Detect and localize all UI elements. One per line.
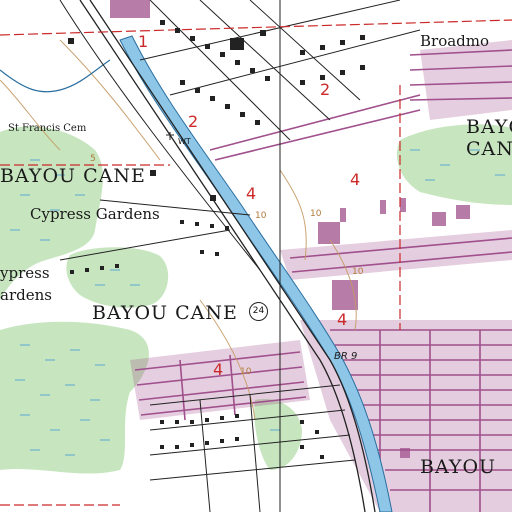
contour-label: 10	[310, 209, 322, 219]
place-label-cypress-gardens-west-line1: ypress	[0, 264, 50, 282]
section-number: 1	[138, 32, 149, 51]
place-label-cypress-gardens-west-line2: ardens	[0, 286, 52, 304]
woodland-south	[254, 399, 302, 470]
urban-area-fills	[130, 40, 512, 512]
place-label-bayou-cane-east-line2: CAN	[466, 138, 512, 160]
section-number: 4	[213, 360, 224, 379]
map-base-layer	[0, 0, 512, 512]
place-label-st-francis-cemetery: St Francis Cem	[8, 123, 87, 134]
topographic-map: Broadmo St Francis Cem BAYOU CANE Cypres…	[0, 0, 512, 512]
section-number: 4	[337, 310, 348, 329]
place-label-bayou-cane-west: BAYOU CANE	[0, 165, 146, 187]
road-label-br-9: BR 9	[334, 351, 358, 362]
contour-label: 10	[255, 211, 267, 221]
section-number: 2	[188, 112, 199, 131]
section-number: 4	[350, 170, 361, 189]
place-label-cypress-gardens: Cypress Gardens	[30, 205, 160, 223]
place-label-bayou-cane-east-line1: BAYO	[466, 116, 512, 138]
section-number: 4	[246, 184, 257, 203]
section-number: 2	[320, 80, 331, 99]
contour-label: 5	[90, 154, 96, 164]
contour-label: 10	[352, 267, 364, 277]
wt-label: WT	[178, 137, 191, 146]
contour-label: 10	[240, 367, 252, 377]
place-label-broadmoor: Broadmo	[420, 32, 490, 50]
place-label-bayou-south: BAYOU	[420, 456, 497, 478]
route-24-shield-icon: 24	[249, 302, 268, 321]
place-label-bayou-cane-center: BAYOU CANE	[92, 302, 238, 324]
